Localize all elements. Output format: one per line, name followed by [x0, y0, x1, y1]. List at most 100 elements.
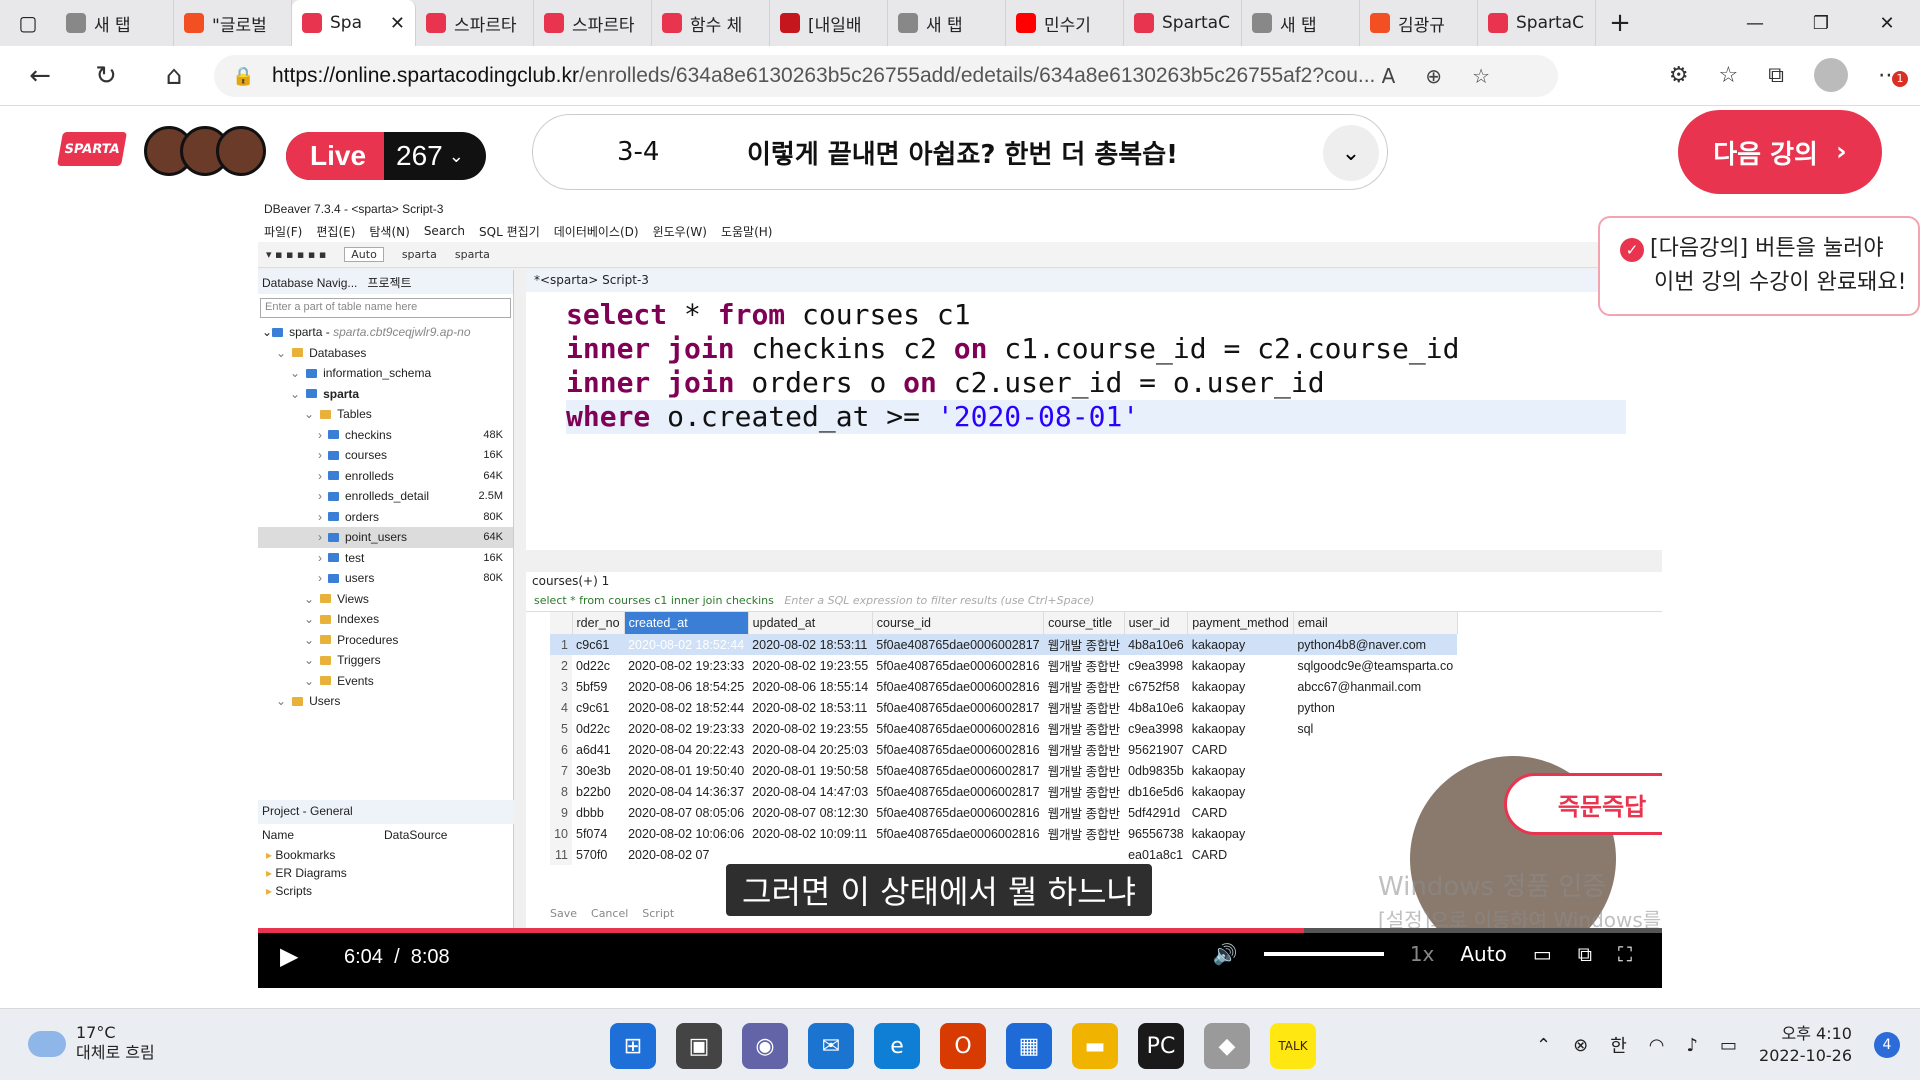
explorer-icon[interactable]: ▬ [1072, 1023, 1118, 1069]
table-cell[interactable]: 5f074 [572, 823, 624, 844]
editor-tab[interactable]: *<sparta> Script-3 [526, 270, 1662, 292]
profile-avatar[interactable] [1814, 58, 1848, 92]
table-cell[interactable]: 2020-08-02 10:06:06 [624, 823, 748, 844]
office-icon[interactable]: O [940, 1023, 986, 1069]
maximize-icon[interactable]: ❐ [1788, 0, 1854, 46]
footer-button[interactable]: Cancel [591, 907, 628, 920]
menu-item[interactable]: 파일(F) [264, 223, 302, 240]
tree-item[interactable]: › enrolleds 64K [258, 466, 513, 487]
table-cell[interactable]: c9ea3998 [1124, 655, 1188, 676]
results-tab[interactable]: courses(+) 1 [526, 572, 1662, 592]
tree-item[interactable]: › enrolleds_detail 2.5M [258, 486, 513, 507]
table-cell[interactable]: 2020-08-04 20:22:43 [624, 739, 748, 760]
menu-item[interactable]: SQL 편집기 [479, 223, 540, 240]
tab-actions-icon[interactable]: ▢ [0, 0, 56, 46]
table-cell[interactable]: 2020-08-02 19:23:55 [748, 718, 872, 739]
table-cell[interactable]: abcc67@hanmail.com [1293, 676, 1457, 697]
table-cell[interactable]: CARD [1188, 802, 1294, 823]
browser-tab[interactable]: SpartaC [1478, 0, 1596, 46]
table-row[interactable]: 1 c9c61 2020-08-02 18:52:44 2020-08-02 18:5… [550, 634, 1458, 655]
menu-item[interactable]: 편집(E) [316, 223, 355, 240]
refresh-icon[interactable]: ↻ [88, 58, 124, 94]
results-filter[interactable]: select * from courses c1 inner join chec… [526, 592, 1662, 612]
table-cell[interactable]: 5df4291d [1124, 802, 1188, 823]
table-cell[interactable]: kakaopay [1188, 718, 1294, 739]
app-tray-icon[interactable]: ⊗ [1573, 1035, 1588, 1056]
table-cell[interactable]: 5f0ae408765dae0006002816 [872, 655, 1043, 676]
project-item[interactable]: ▸ ER Diagrams [258, 864, 514, 882]
tree-item[interactable]: ⌄ sparta [258, 384, 513, 405]
table-cell[interactable]: db16e5d6 [1124, 781, 1188, 802]
extensions-icon[interactable]: ⚙ [1669, 63, 1689, 88]
chevron-down-icon[interactable]: ⌄ [1323, 125, 1379, 181]
table-cell[interactable]: dbbb [572, 802, 624, 823]
table-cell[interactable]: 웹개발 종합반 [1044, 781, 1124, 802]
table-cell[interactable]: 2020-08-04 20:25:03 [748, 739, 872, 760]
favorites-icon[interactable]: ☆ [1719, 63, 1739, 88]
table-cell[interactable]: 96556738 [1124, 823, 1188, 844]
project-item[interactable]: ▸ Scripts [258, 882, 514, 900]
column-header[interactable]: user_id [1124, 612, 1189, 634]
tree-item[interactable]: ⌄ Users [258, 691, 513, 712]
table-cell[interactable]: kakaopay [1188, 676, 1294, 697]
table-cell[interactable]: 2020-08-02 18:52:44 [624, 697, 748, 718]
column-header[interactable]: created_at [624, 612, 749, 634]
tree-item[interactable]: ⌄ Databases [258, 343, 513, 364]
sql-code[interactable]: select * from courses c1 inner join chec… [566, 298, 1626, 434]
wifi-icon[interactable]: ◠ [1649, 1035, 1665, 1056]
tree-item[interactable]: ⌄ information_schema [258, 363, 513, 384]
table-cell[interactable]: 웹개발 종합반 [1044, 676, 1124, 697]
table-cell[interactable]: b22b0 [572, 781, 624, 802]
table-cell[interactable]: 5f0ae408765dae0006002817 [872, 634, 1044, 655]
table-cell[interactable]: 570f0 [572, 844, 624, 865]
column-header[interactable]: course_title [1043, 612, 1125, 634]
table-cell[interactable]: 웹개발 종합반 [1044, 802, 1124, 823]
table-cell[interactable] [1044, 844, 1124, 865]
table-cell[interactable]: 2020-08-07 08:05:06 [624, 802, 748, 823]
table-cell[interactable]: a6d41 [572, 739, 624, 760]
table-cell[interactable]: 웹개발 종합반 [1044, 823, 1124, 844]
row-number[interactable]: 10 [550, 823, 572, 844]
table-cell[interactable]: 5f0ae408765dae0006002816 [872, 676, 1043, 697]
table-cell[interactable]: 2020-08-02 07 [624, 844, 748, 865]
speed-button[interactable]: 1x [1410, 942, 1435, 966]
table-cell[interactable]: 2020-08-04 14:36:37 [624, 781, 748, 802]
speaker-icon[interactable]: ♪ [1687, 1035, 1699, 1056]
table-cell[interactable]: CARD [1188, 739, 1294, 760]
video-player[interactable]: DBeaver 7.3.4 - <sparta> Script-3 파일(F) 편… [258, 198, 1662, 988]
table-cell[interactable]: 웹개발 종합반 [1044, 697, 1124, 718]
tree-item[interactable]: › orders 80K [258, 507, 513, 528]
mail-icon[interactable]: ✉ [808, 1023, 854, 1069]
edge-icon[interactable]: e [874, 1023, 920, 1069]
table-cell[interactable]: 95621907 [1124, 739, 1188, 760]
table-cell[interactable]: kakaopay [1188, 697, 1294, 718]
table-cell[interactable]: 2020-08-06 18:54:25 [624, 676, 748, 697]
quality-button[interactable]: Auto [1460, 942, 1506, 966]
table-cell[interactable]: kakaopay [1188, 823, 1294, 844]
menu-item[interactable]: 데이터베이스(D) [554, 223, 639, 240]
column-header[interactable]: course_id [872, 612, 1045, 634]
table-cell[interactable]: 0db9835b [1124, 760, 1188, 781]
ime-indicator[interactable]: 한 [1610, 1032, 1627, 1058]
qna-badge[interactable]: 즉문즉답 [1504, 773, 1662, 835]
table-cell[interactable] [1293, 760, 1457, 781]
column-header[interactable]: rder_no [572, 612, 625, 634]
table-row[interactable]: 6 a6d41 2020-08-04 20:22:43 2020-08-04 20:2… [550, 739, 1457, 760]
zoom-icon[interactable]: ⊕ [1425, 64, 1442, 88]
table-row[interactable]: 10 5f074 2020-08-02 10:06:06 2020-08-02 10:… [550, 823, 1457, 844]
browser-tab[interactable]: 새 탭 [888, 0, 1006, 46]
table-row[interactable]: 4 c9c61 2020-08-02 18:52:44 2020-08-02 18:5… [550, 697, 1457, 718]
new-tab-button[interactable]: + [1596, 8, 1644, 38]
table-cell[interactable]: python [1293, 697, 1457, 718]
browser-tab[interactable]: 새 탭 [56, 0, 174, 46]
row-number[interactable]: 4 [550, 697, 572, 718]
battery-icon[interactable]: ▭ [1720, 1035, 1737, 1056]
table-cell[interactable]: 5f0ae408765dae0006002816 [872, 823, 1043, 844]
table-cell[interactable]: c9c61 [572, 634, 625, 655]
browser-tab[interactable]: "글로벌 [174, 0, 292, 46]
volume-icon[interactable]: 🔊 [1213, 942, 1238, 966]
menu-item[interactable]: Search [424, 224, 465, 238]
tree-item[interactable]: ⌄ Tables [258, 404, 513, 425]
footer-button[interactable]: Script [642, 907, 674, 920]
table-cell[interactable]: c9ea3998 [1124, 718, 1188, 739]
